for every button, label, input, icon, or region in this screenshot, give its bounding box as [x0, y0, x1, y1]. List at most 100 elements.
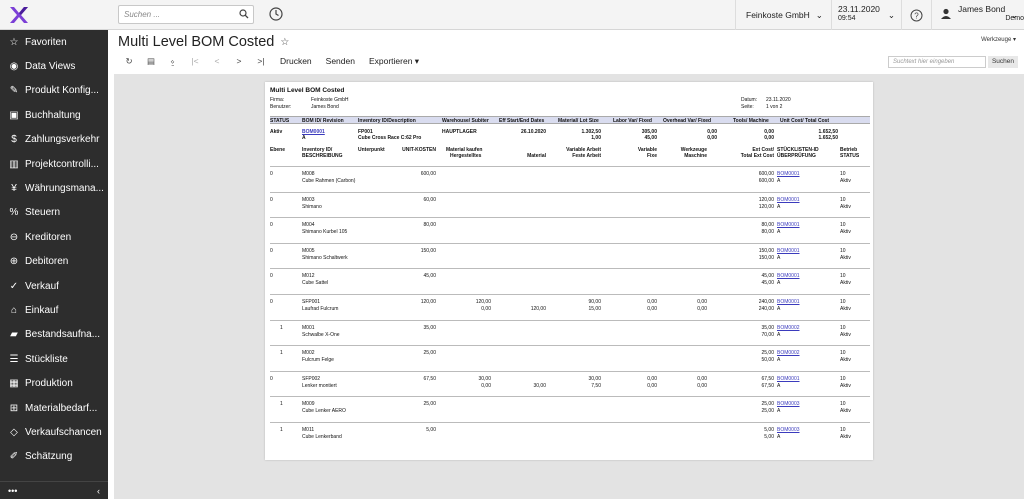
- sidebar-item-4[interactable]: $ Zahlungsverkehr: [0, 128, 108, 152]
- column-header: Overhead Var/ Fixed: [663, 118, 712, 124]
- bom-id-link[interactable]: BOM0002: [777, 350, 800, 356]
- h-totext: Total Ext Cost: [740, 153, 774, 159]
- sidebar-item-11[interactable]: ⌂ Einkauf: [0, 298, 108, 322]
- export-label: Exportieren: [368, 55, 413, 66]
- bom-id-link[interactable]: BOM0003: [777, 427, 800, 433]
- print-button[interactable]: Drucken: [280, 56, 312, 66]
- page-title-area: Multi Level BOM Costed ☆: [118, 34, 289, 50]
- revision: A: [777, 178, 781, 184]
- favorite-star-icon[interactable]: ☆: [280, 37, 289, 48]
- unit-cost: 60,00: [423, 196, 436, 203]
- tools-menu[interactable]: Werkzeuge ▾: [981, 36, 1016, 43]
- refresh-icon[interactable]: ↻: [118, 56, 140, 67]
- sub-header-line: Ebene Inventory ID/BESCHREIBUNG Unterpunkt…: [270, 146, 870, 162]
- bom-id-link[interactable]: BOM0001: [777, 171, 800, 177]
- total-ext-cost: 45,00: [761, 280, 774, 287]
- bom-id-link[interactable]: BOM0001: [777, 376, 800, 382]
- status: Aktiv: [270, 129, 283, 135]
- description: Cube Rahmen (Carbon): [302, 178, 356, 184]
- column-header: STATUS: [270, 118, 290, 124]
- fixed-labor: 7,50: [591, 382, 601, 389]
- sidebar-item-10[interactable]: ✓ Verkauf: [0, 274, 108, 298]
- inventory-id: SFP001: [302, 299, 321, 305]
- row-separator: [270, 345, 870, 347]
- chevron-down-icon: ⌄: [815, 9, 823, 20]
- row-separator: [270, 217, 870, 219]
- global-search-input[interactable]: Suchen ...: [118, 5, 254, 24]
- bom-id-link[interactable]: BOM0001: [777, 273, 800, 279]
- revision: A: [777, 306, 781, 312]
- last-page-icon[interactable]: >|: [250, 56, 272, 66]
- unit-cost: 600,00: [420, 171, 436, 177]
- sidebar-item-9[interactable]: ⊕ Debitoren: [0, 250, 108, 274]
- parameters-icon[interactable]: ⍚: [162, 56, 184, 67]
- ext-cost: 150,00: [758, 247, 774, 254]
- send-button[interactable]: Senden: [326, 56, 355, 66]
- sidebar-footer: ••• ‹: [0, 481, 108, 499]
- sidebar-item-2[interactable]: ✎ Produkt Konfig...: [0, 79, 108, 103]
- company-selector[interactable]: Feinkoste GmbH ⌄: [735, 0, 831, 30]
- bom-id-link[interactable]: BOM0001: [777, 248, 800, 254]
- previous-page-icon[interactable]: <: [206, 56, 228, 66]
- level: 0: [270, 222, 273, 229]
- bom-id-link[interactable]: BOM0001: [777, 299, 800, 305]
- bom-id-link[interactable]: BOM0001: [777, 197, 800, 203]
- app-logo[interactable]: [0, 0, 108, 30]
- user-icon: [940, 8, 952, 22]
- history-icon[interactable]: [268, 6, 284, 27]
- first-page-icon[interactable]: |<: [184, 56, 206, 66]
- h-level: Ebene: [270, 147, 286, 153]
- description: Laufrad Fulcrum: [302, 306, 339, 312]
- sidebar-item-0[interactable]: ☆ Favoriten: [0, 30, 108, 54]
- sidebar-item-17[interactable]: ✐ Schätzung: [0, 445, 108, 469]
- star-icon: ☆: [9, 36, 19, 48]
- tools-label: Werkzeuge: [981, 37, 1012, 43]
- sidebar-item-12[interactable]: ▰ Bestandsaufna...: [0, 323, 108, 347]
- inventory-id: M004: [302, 222, 315, 229]
- truck-icon: ▰: [10, 329, 18, 341]
- total-cost: 1.652,50: [818, 135, 838, 141]
- h-fix: Fixe: [646, 153, 657, 159]
- table-row: 0 SFP002 Lenker montiert 67,50 30,00 0,00 30,0…: [270, 375, 870, 393]
- ext-cost: 35,00: [761, 324, 774, 331]
- sidebar-item-6[interactable]: ¥ Währungsmana...: [0, 176, 108, 200]
- sidebar-item-5[interactable]: ▥ Projektcontrolli...: [0, 152, 108, 176]
- more-icon[interactable]: •••: [8, 486, 17, 496]
- status: Aktiv: [840, 408, 851, 415]
- inventory-id: M005: [302, 247, 315, 254]
- user-menu[interactable]: James Bond Demo ⌄: [931, 0, 1024, 30]
- help-icon[interactable]: ?: [901, 0, 931, 30]
- business-date-selector[interactable]: 23.11.2020 09:54 ⌄: [831, 0, 901, 30]
- bom-id-link[interactable]: BOM0001: [777, 222, 800, 228]
- sidebar-item-3[interactable]: ▣ Buchhaltung: [0, 103, 108, 127]
- sidebar-item-13[interactable]: ☰ Stückliste: [0, 347, 108, 371]
- sidebar-item-7[interactable]: % Steuern: [0, 201, 108, 225]
- table-row: 1 M009 Cube Lenker AERO 25,00 25,00 25,00 BOM0…: [270, 400, 870, 418]
- operation: 10: [840, 401, 846, 408]
- sidebar-item-15[interactable]: ⊞ Materialbedarf...: [0, 396, 108, 420]
- made: 0,00: [481, 306, 491, 312]
- print-layout-icon[interactable]: ▤: [140, 56, 162, 67]
- unit-cost: 67,50: [423, 375, 436, 382]
- report-meta-right-values: 23.11.2020 1 von 2: [766, 97, 791, 111]
- operation: 10: [840, 324, 846, 331]
- sidebar-item-16[interactable]: ◇ Verkaufschancen: [0, 420, 108, 444]
- sidebar: ☆ Favoriten ◉ Data Views ✎ Produkt Konfig... ▣…: [0, 30, 108, 499]
- level: 1: [280, 401, 283, 408]
- h-unit: UNIT-KOSTEN: [402, 147, 436, 153]
- bom-id-link[interactable]: BOM0002: [777, 325, 800, 331]
- next-page-icon[interactable]: >: [228, 56, 250, 66]
- status: Aktiv: [840, 331, 851, 338]
- collapse-sidebar-icon[interactable]: ‹: [97, 486, 100, 496]
- sidebar-item-8[interactable]: ⊖ Kreditoren: [0, 225, 108, 249]
- report-search-button[interactable]: Suchen: [988, 56, 1018, 68]
- search-icon[interactable]: [239, 9, 249, 21]
- column-header: Inventory ID/Description: [358, 118, 416, 124]
- bom-id-link[interactable]: BOM0003: [777, 401, 800, 407]
- inventory-id: M001: [302, 324, 315, 331]
- report-search-input[interactable]: Suchtext hier eingeben: [888, 56, 986, 68]
- sidebar-item-1[interactable]: ◉ Data Views: [0, 54, 108, 78]
- sidebar-item-14[interactable]: ▦ Produktion: [0, 371, 108, 395]
- export-button[interactable]: Exportieren ▾: [369, 56, 419, 67]
- description: Shimano Kurbel 105: [302, 229, 348, 236]
